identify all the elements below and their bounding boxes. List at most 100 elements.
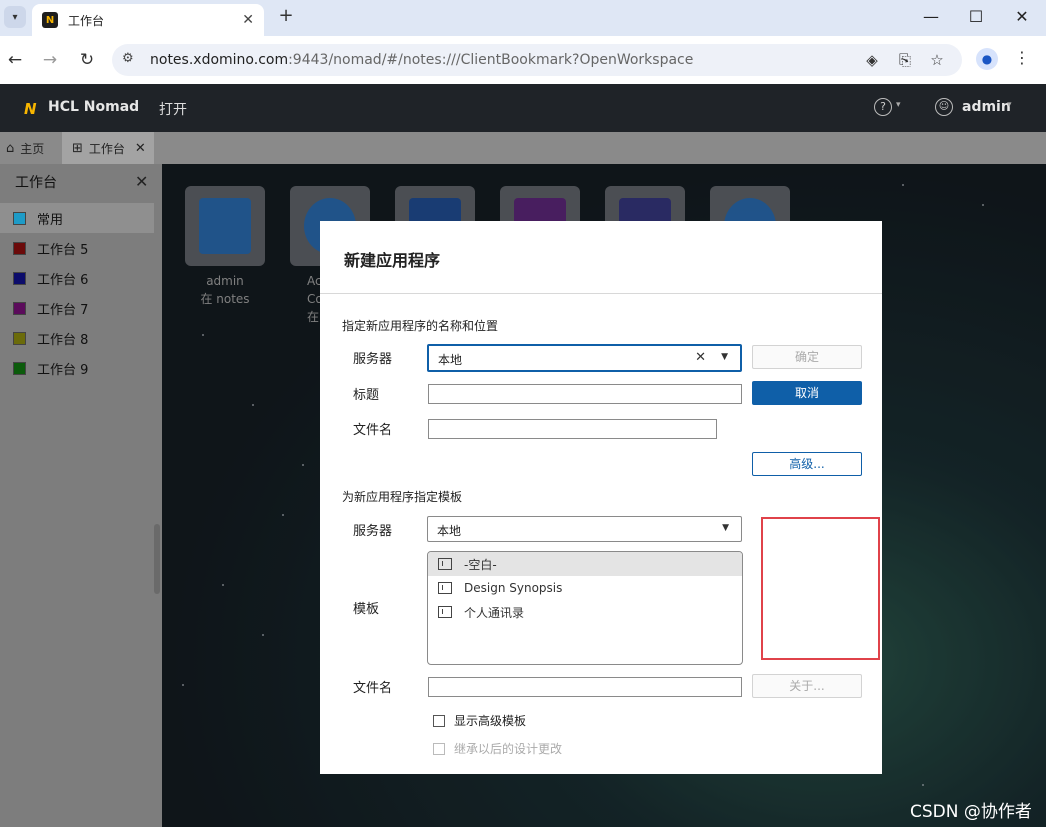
template-icon <box>438 582 452 594</box>
color-swatch <box>13 361 26 375</box>
tab-home[interactable]: ⌂ 主页 <box>0 132 62 164</box>
template-server-label: 服务器 <box>353 524 393 539</box>
browser-toolbar: ← → ↻ ⚙ notes.xdomino.com:9443/nomad/#/n… <box>0 36 1046 84</box>
app-header: N HCL Nomad 打开 ? ▾ ☺ admin ▾ <box>0 84 1046 132</box>
help-caret-icon[interactable]: ▾ <box>896 100 901 110</box>
list-item[interactable]: 个人通讯录 <box>428 600 742 624</box>
help-icon[interactable]: ? <box>874 98 892 116</box>
color-swatch <box>13 331 26 345</box>
app-name: HCL Nomad <box>48 99 140 115</box>
advanced-button[interactable]: 高级... <box>752 452 862 476</box>
close-tab-icon[interactable]: ✕ <box>242 12 254 28</box>
title-label: 标题 <box>353 388 380 403</box>
dialog-title: 新建应用程序 <box>344 251 441 270</box>
about-button[interactable]: 关于... <box>752 674 862 698</box>
divider <box>320 293 882 294</box>
bookmark-star-icon[interactable]: ☆ <box>926 49 948 71</box>
template-filename-input[interactable] <box>428 677 742 697</box>
show-advanced-checkbox[interactable]: 显示高级模板 <box>433 712 526 729</box>
color-swatch <box>13 211 26 225</box>
sidebar-title: 工作台 <box>15 175 57 191</box>
sidebar-resize-handle[interactable] <box>154 524 160 594</box>
sidebar-item-label: 工作台 9 <box>37 362 89 378</box>
checkbox-box[interactable] <box>433 714 445 727</box>
chevron-down-icon[interactable]: ▼ <box>722 523 729 533</box>
address-bar[interactable]: ⚙ notes.xdomino.com:9443/nomad/#/notes:/… <box>112 44 962 76</box>
forward-button[interactable]: → <box>39 49 61 71</box>
minimize-button[interactable]: — <box>920 6 942 28</box>
back-button[interactable]: ← <box>4 49 26 71</box>
sidebar-item-workspace-5[interactable]: 工作台 5 <box>0 233 154 263</box>
template-icon <box>438 558 452 570</box>
template-listbox[interactable]: -空白- Design Synopsis 个人通讯录 <box>427 551 743 665</box>
sidebar-item-workspace-6[interactable]: 工作台 6 <box>0 263 154 293</box>
list-item[interactable]: -空白- <box>428 552 742 576</box>
color-swatch <box>13 241 26 255</box>
sidebar-item-label: 工作台 8 <box>37 332 89 348</box>
profile-avatar-icon[interactable]: ● <box>976 48 998 70</box>
window-close-button[interactable]: ✕ <box>1011 6 1033 28</box>
maximize-button[interactable]: ☐ <box>965 6 987 28</box>
tab-workspace-label: 工作台 <box>88 141 125 156</box>
open-menu[interactable]: 打开 <box>159 99 187 119</box>
sidebar-item-label: 工作台 7 <box>37 302 89 318</box>
sidebar-item-workspace-9[interactable]: 工作台 9 <box>0 353 154 383</box>
nomad-favicon-icon: N <box>42 12 58 28</box>
template-filename-label: 文件名 <box>353 681 393 696</box>
template-label: 模板 <box>353 602 380 617</box>
title-input[interactable] <box>428 384 742 404</box>
cancel-button[interactable]: 取消 <box>752 381 862 405</box>
user-caret-icon[interactable]: ▾ <box>1007 100 1012 110</box>
new-tab-button[interactable]: + <box>276 6 296 26</box>
grid-icon: ⊞ <box>72 140 83 156</box>
sidebar-item-label: 工作台 5 <box>37 242 89 258</box>
template-server-combobox[interactable]: 本地 ▼ <box>427 516 742 542</box>
list-item-label: 个人通讯录 <box>464 605 525 620</box>
list-item[interactable]: Design Synopsis <box>428 576 742 600</box>
browser-tab-workspace[interactable]: N 工作台 ✕ <box>32 4 264 36</box>
template-server-value: 本地 <box>437 524 462 538</box>
close-tab-workspace-icon[interactable]: ✕ <box>135 141 146 156</box>
sidebar-item-workspace-7[interactable]: 工作台 7 <box>0 293 154 323</box>
tab-workspace[interactable]: ⊞ 工作台 ✕ <box>62 132 154 164</box>
chevron-down-icon[interactable]: ▼ <box>721 352 728 362</box>
checkbox-box[interactable] <box>433 742 445 755</box>
section-template: 为新应用程序指定模板 <box>342 490 463 504</box>
browser-menu-icon[interactable]: ⋮ <box>1014 48 1030 67</box>
clear-icon[interactable]: ✕ <box>695 350 706 365</box>
url-text: notes.xdomino.com:9443/nomad/#/notes:///… <box>150 52 693 68</box>
new-application-dialog: 新建应用程序 指定新应用程序的名称和位置 服务器 本地 ✕ ▼ 确定 标题 取消… <box>320 221 882 774</box>
home-icon: ⌂ <box>6 140 15 156</box>
user-name[interactable]: admin <box>962 99 1011 115</box>
install-app-icon[interactable]: ⎘ <box>894 49 916 71</box>
tab-home-label: 主页 <box>20 141 45 156</box>
list-item-label: -空白- <box>464 557 497 572</box>
sidebar-close-icon[interactable]: ✕ <box>135 172 148 191</box>
list-item-label: Design Synopsis <box>464 581 563 595</box>
user-icon[interactable]: ☺ <box>935 98 953 116</box>
lens-icon[interactable]: ◈ <box>861 49 883 71</box>
url-host: notes.xdomino.com <box>150 52 289 68</box>
nomad-logo-icon: N <box>24 100 37 118</box>
checkbox-label: 继承以后的设计更改 <box>454 742 563 756</box>
workspace-sidebar: 工作台 ✕ 常用 工作台 5 工作台 6 工作台 7 工作台 8 工作台 9 <box>0 164 162 827</box>
color-swatch <box>13 301 26 315</box>
server-combobox[interactable]: 本地 ✕ ▼ <box>427 344 742 372</box>
inherit-changes-checkbox[interactable]: 继承以后的设计更改 <box>433 740 562 757</box>
ok-button[interactable]: 确定 <box>752 345 862 369</box>
checkbox-label: 显示高级模板 <box>454 714 527 728</box>
sidebar-item-workspace-8[interactable]: 工作台 8 <box>0 323 154 353</box>
browser-tabstrip: ▾ N 工作台 ✕ + — ☐ ✕ <box>0 0 1046 36</box>
template-icon <box>438 606 452 618</box>
sidebar-item-favorites[interactable]: 常用 <box>0 203 154 233</box>
filename-input[interactable] <box>428 419 717 439</box>
reload-button[interactable]: ↻ <box>76 49 98 71</box>
color-swatch <box>13 271 26 285</box>
sidebar-item-label: 工作台 6 <box>37 272 89 288</box>
tab-search-button[interactable]: ▾ <box>4 6 26 28</box>
sidebar-item-label: 常用 <box>37 212 64 228</box>
filename-label: 文件名 <box>353 423 393 438</box>
site-settings-icon[interactable]: ⚙ <box>122 51 134 66</box>
browser-tab-title: 工作台 <box>68 13 105 28</box>
annotation-highlight-box <box>761 517 880 660</box>
